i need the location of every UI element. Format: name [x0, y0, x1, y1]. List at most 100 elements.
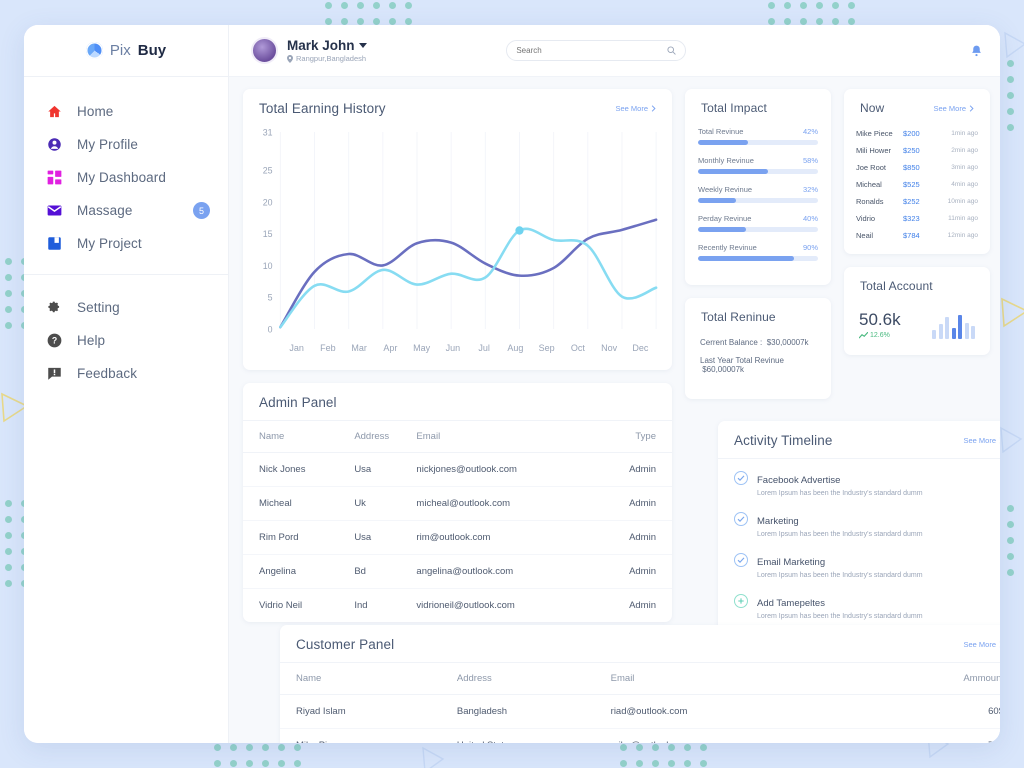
list-item[interactable]: Micheal $525 4min ago: [856, 176, 978, 193]
now-name: Vidrio: [856, 214, 876, 223]
table-row[interactable]: Vidrio Neil Ind vidrioneil@outlook.com Admi…: [243, 589, 672, 623]
table-cell: Mike Piece: [280, 728, 457, 743]
table-cell: Micheal: [243, 486, 355, 521]
see-more-link[interactable]: See More: [933, 104, 974, 113]
sidebar-item-my-dashboard[interactable]: My Dashboard: [24, 161, 228, 194]
sidebar-item-setting[interactable]: Setting: [24, 291, 228, 324]
customer-panel-title: Customer Panel: [296, 637, 395, 652]
table-cell: riad@outlook.com: [610, 694, 868, 729]
brand-name-part2: Buy: [137, 42, 167, 59]
search-box[interactable]: [506, 40, 687, 61]
impact-row: Perday Revinue 40%: [698, 214, 818, 232]
now-name: Mike Piece: [856, 129, 893, 138]
sidebar-item-help[interactable]: ? Help: [24, 324, 228, 357]
now-time: 2min ago: [951, 147, 978, 154]
dashboard-content: Total Earning History See More 0 5 10 15 20 2…: [229, 77, 1000, 743]
brand-logo[interactable]: Pix Buy: [24, 25, 228, 77]
deco-triangle-blue-right-mid: [1000, 426, 1023, 454]
sidebar-item-label: My Dashboard: [77, 170, 166, 185]
timeline-list: Facebook Advertise Lorem Ipsum has been …: [718, 458, 1000, 641]
impact-card-header: Total Impact: [685, 89, 831, 125]
grid-icon: [46, 169, 63, 186]
sidebar-item-feedback[interactable]: Feedback: [24, 357, 228, 390]
chart-x-axis: Jan Feb Mar Apr May Jun Jul Aug Sep Oct Nov Dec: [251, 341, 662, 353]
plus-circle-icon: [734, 594, 748, 608]
table-row[interactable]: Riyad IslamBangladeshriad@outlook.com60$: [280, 694, 1000, 729]
mini-bar: [964, 322, 969, 339]
user-name: Mark John: [287, 38, 355, 53]
bell-icon[interactable]: [966, 44, 986, 58]
customer-table-body: Riyad IslamBangladeshriad@outlook.com60$…: [280, 694, 1000, 743]
table-cell: Admin: [629, 600, 656, 611]
admin-card-header: Admin Panel: [243, 383, 672, 420]
sidebar-primary-nav: Home My Profile My Dashboard Massage 5 M…: [24, 77, 228, 266]
progress-bar: [698, 227, 818, 232]
table-cell: Bangladesh: [456, 694, 611, 729]
chevron-right-icon: [999, 437, 1000, 444]
table-cell: micheal@outlook.com: [416, 486, 596, 521]
total-account-title: Total Account: [860, 279, 933, 293]
column-header: Name: [280, 662, 457, 695]
see-more-link[interactable]: See More: [963, 436, 1000, 445]
now-amount: $784: [903, 231, 920, 240]
plus-circle-icon: [738, 598, 744, 604]
see-more-link[interactable]: See More: [615, 104, 656, 113]
account-body: 50.6k 12.6%: [844, 303, 990, 355]
timeline-item[interactable]: Facebook Advertise Lorem Ipsum has been …: [734, 463, 1000, 504]
list-item[interactable]: Vidrio $323 11min ago: [856, 210, 978, 227]
status-badge: 5: [193, 202, 210, 219]
activity-timeline-title: Activity Timeline: [734, 433, 833, 448]
deco-triangle-blue-bottom: [422, 746, 445, 768]
sidebar-item-label: My Project: [77, 236, 142, 251]
table-cell: Riyad Islam: [280, 694, 457, 729]
globe-icon: [85, 42, 103, 59]
user-menu[interactable]: Mark John Rangpur,Bangladesh: [251, 37, 367, 64]
sidebar-item-my-profile[interactable]: My Profile: [24, 128, 228, 161]
deco-dots-top-left: [325, 2, 412, 25]
table-cell: 70$: [867, 728, 1000, 743]
timeline-card-header: Activity Timeline See More: [718, 421, 1000, 458]
sidebar-item-home[interactable]: Home: [24, 95, 228, 128]
search-input[interactable]: [516, 46, 668, 55]
column-header: Address: [456, 662, 611, 695]
x-tick-label: Mar: [351, 343, 367, 353]
table-header-row: Name Address Email Type: [243, 420, 672, 453]
customer-panel-card: Customer Panel See More Name Address Email…: [280, 625, 1000, 743]
list-item[interactable]: Mili Hower $250 2min ago: [856, 142, 978, 159]
total-impact-title: Total Impact: [701, 101, 767, 115]
table-cell: nickjones@outlook.com: [416, 452, 596, 487]
column-left: Total Earning History See More 0 5 10 15 20 2…: [243, 89, 672, 635]
check-circle-icon: [737, 475, 745, 481]
timeline-item[interactable]: Marketing Lorem Ipsum has been the Indus…: [734, 504, 1000, 545]
progress-bar: [698, 140, 818, 145]
table-row[interactable]: Angelina Bd angelina@outlook.com Admin: [243, 554, 672, 589]
now-amount: $200: [903, 129, 920, 138]
now-name: Neail: [856, 231, 874, 240]
chevron-down-icon[interactable]: [358, 43, 367, 48]
timeline-item[interactable]: Add Tamepeltes Lorem Ipsum has been the …: [734, 586, 1000, 627]
sidebar-item-massage[interactable]: Massage 5: [24, 194, 228, 227]
column-header: Name: [243, 420, 355, 453]
list-item[interactable]: Neail $784 12min ago: [856, 227, 978, 244]
x-tick-label: Jun: [445, 343, 461, 353]
list-item[interactable]: Joe Root $850 3min ago: [856, 159, 978, 176]
table-row[interactable]: Micheal Uk micheal@outlook.com Admin: [243, 486, 672, 521]
check-circle-icon: [737, 557, 745, 563]
app-window: Pix Buy Home My Profile My Dashboard Mas…: [24, 25, 1000, 743]
timeline-item[interactable]: Email Marketing Lorem Ipsum has been the…: [734, 545, 1000, 586]
list-item[interactable]: Mike Piece $200 1min ago: [856, 125, 978, 142]
now-amount: $250: [903, 146, 920, 155]
table-cell: Rim Pord: [243, 520, 355, 555]
list-item[interactable]: Ronalds $252 10min ago: [856, 193, 978, 210]
table-row[interactable]: Nick Jones Usa nickjones@outlook.com Admin: [243, 452, 672, 487]
chevron-right-icon: [969, 104, 974, 112]
now-amount: $323: [903, 214, 920, 223]
check-circle-icon: [734, 512, 748, 526]
search-icon[interactable]: [667, 46, 677, 55]
see-more-link[interactable]: See More: [963, 640, 1000, 649]
table-row[interactable]: Rim Pord Usa rim@outlook.com Admin: [243, 520, 672, 555]
table-row[interactable]: Mike PieceUnited Statesmike@outlook.com7…: [280, 728, 1000, 743]
current-balance-label: Cerrent Balance :: [700, 338, 763, 347]
mini-bar: [951, 327, 956, 339]
sidebar-item-my-project[interactable]: My Project: [24, 227, 228, 260]
